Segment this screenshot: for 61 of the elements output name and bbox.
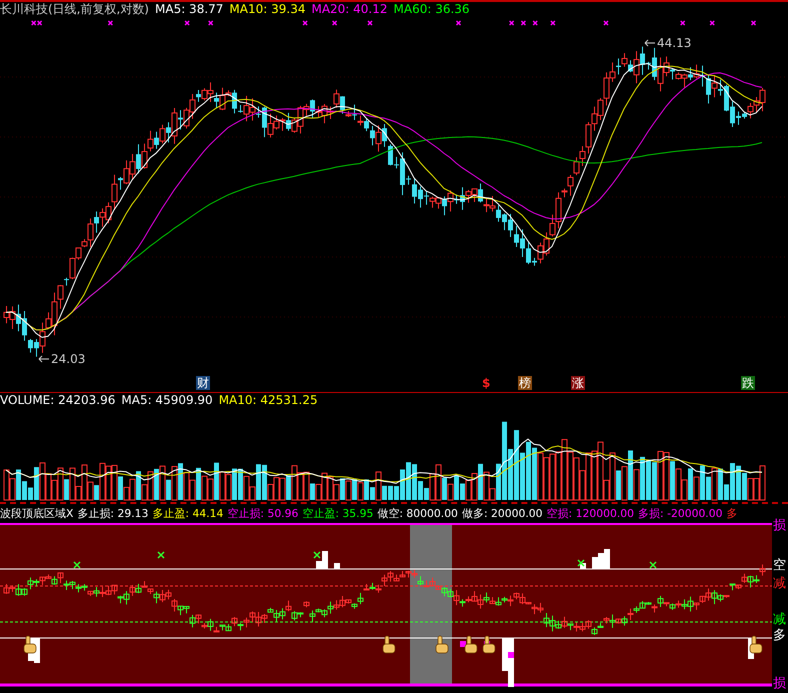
leader-arrow-icon xyxy=(644,38,656,47)
legend-label: MA60: 36.36 xyxy=(394,2,470,17)
event-badge: 榜 xyxy=(518,376,532,390)
legend-label: 波段顶底区域X xyxy=(0,506,74,521)
axis-label: 减 xyxy=(773,577,786,591)
event-badge: 财 xyxy=(196,376,210,390)
low-price-label: 24.03 xyxy=(51,352,86,366)
legend-label: 空止盈: 35.95 xyxy=(302,506,374,521)
hand-pointer-icon xyxy=(482,636,496,654)
legend-label: 多止盈: 44.14 xyxy=(152,506,224,521)
hand-pointer-icon xyxy=(382,636,396,654)
axis-label: 多 xyxy=(773,629,786,643)
axis-label: 空 xyxy=(773,559,786,573)
high-price-label: 44.13 xyxy=(657,36,692,50)
cross-marker-icon xyxy=(680,20,686,26)
axis-label: 损 xyxy=(773,519,786,533)
hand-pointer-icon xyxy=(24,636,36,654)
legend-label: MA10: 39.34 xyxy=(229,2,306,17)
legend-label: 空止损: 50.96 xyxy=(227,506,298,521)
cross-marker-icon xyxy=(520,20,526,26)
cross-marker-icon xyxy=(508,20,514,26)
cross-marker-icon xyxy=(367,20,373,26)
legend-label: 做空: 80000.00 xyxy=(377,506,458,521)
legend-label: 多 xyxy=(726,506,738,521)
cross-marker-icon xyxy=(649,561,657,569)
axis-label: 减 xyxy=(773,613,786,627)
legend-label: 多止损: 29.13 xyxy=(77,506,148,521)
legend-label: MA10: 42531.25 xyxy=(218,393,318,408)
event-badge: 跌 xyxy=(741,376,755,390)
legend-label: MA5: 38.77 xyxy=(155,2,224,17)
event-symbol: $ xyxy=(481,376,492,390)
legend-label: 空损: 120000.00 xyxy=(546,506,634,521)
cross-marker-icon xyxy=(456,20,462,26)
cross-marker-icon xyxy=(603,20,609,26)
stock-title: 长川科技(日线,前复权,对数) xyxy=(0,2,149,17)
cross-marker-icon xyxy=(332,20,338,26)
legend-label: 多损: -20000.00 xyxy=(638,506,722,521)
cross-marker-icon xyxy=(709,20,715,26)
hand-pointer-icon xyxy=(436,636,448,654)
cross-marker-icon xyxy=(750,20,756,26)
cross-marker-icon xyxy=(208,20,214,26)
cross-marker-icon xyxy=(313,551,321,559)
cross-marker-icon xyxy=(184,20,190,26)
cross-marker-icon xyxy=(157,551,165,559)
hand-pointer-icon xyxy=(750,636,762,654)
legend-label: VOLUME: 24203.96 xyxy=(0,393,116,408)
square-marker-icon xyxy=(508,652,514,658)
legend-label: MA20: 40.12 xyxy=(311,2,388,17)
event-badge: 涨 xyxy=(571,376,585,390)
cross-marker-icon xyxy=(302,20,308,26)
square-marker-icon xyxy=(460,641,466,647)
cross-marker-icon xyxy=(532,20,538,26)
cross-marker-icon xyxy=(550,20,556,26)
cross-marker-icon xyxy=(73,561,81,569)
legend-label: MA5: 45909.90 xyxy=(121,393,213,408)
hand-pointer-icon xyxy=(464,636,478,654)
axis-label: 损 xyxy=(773,677,786,691)
cross-marker-icon xyxy=(577,559,585,567)
legend-label: 做多: 20000.00 xyxy=(462,506,543,521)
cross-marker-icon xyxy=(108,20,114,26)
leader-arrow-icon xyxy=(38,354,50,363)
